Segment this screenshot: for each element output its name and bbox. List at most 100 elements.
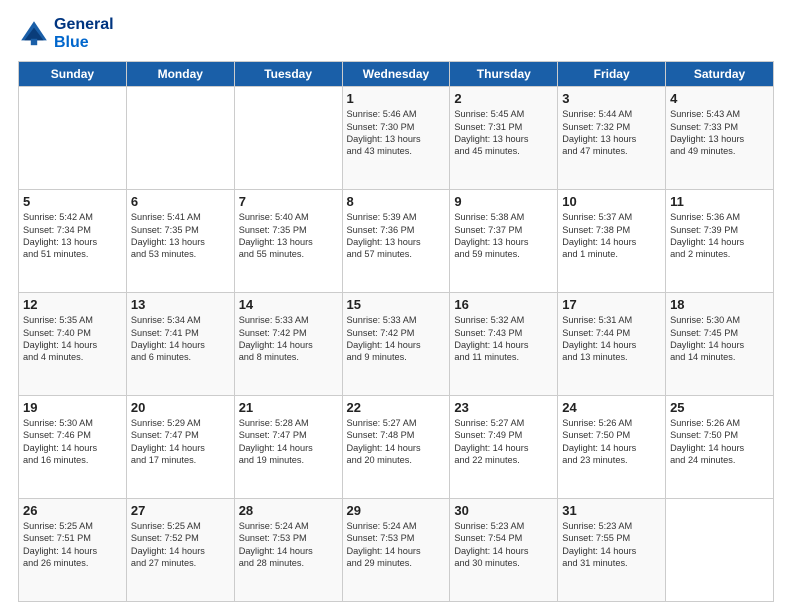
day-number: 12: [23, 297, 122, 312]
calendar-cell: 31 Sunrise: 5:23 AM Sunset: 7:55 PM Dayli…: [558, 499, 666, 602]
day-number: 15: [347, 297, 446, 312]
day-number: 20: [131, 400, 230, 415]
day-number: 2: [454, 91, 553, 106]
calendar-cell: 2 Sunrise: 5:45 AM Sunset: 7:31 PM Daylig…: [450, 87, 558, 190]
day-number: 31: [562, 503, 661, 518]
day-number: 28: [239, 503, 338, 518]
calendar-cell: 22 Sunrise: 5:27 AM Sunset: 7:48 PM Dayli…: [342, 396, 450, 499]
calendar-cell: 15 Sunrise: 5:33 AM Sunset: 7:42 PM Dayli…: [342, 293, 450, 396]
weekday-friday: Friday: [558, 62, 666, 87]
calendar-cell: 14 Sunrise: 5:33 AM Sunset: 7:42 PM Dayli…: [234, 293, 342, 396]
week-row-3: 19Sunrise: 5:30 AM Sunset: 7:46 PM Dayli…: [19, 396, 774, 499]
calendar-cell: 4 Sunrise: 5:43 AM Sunset: 7:33 PM Daylig…: [666, 87, 774, 190]
week-row-2: 12 Sunrise: 5:35 AM Sunset: 7:40 PM Dayli…: [19, 293, 774, 396]
day-info: Sunrise: 5:27 AM Sunset: 7:49 PM Dayligh…: [454, 417, 553, 467]
weekday-monday: Monday: [126, 62, 234, 87]
logo: General Blue: [18, 16, 114, 51]
calendar-cell: 1Sunrise: 5:46 AM Sunset: 7:30 PM Daylig…: [342, 87, 450, 190]
weekday-thursday: Thursday: [450, 62, 558, 87]
day-number: 26: [23, 503, 122, 518]
calendar-cell: 13 Sunrise: 5:34 AM Sunset: 7:41 PM Dayli…: [126, 293, 234, 396]
day-number: 14: [239, 297, 338, 312]
day-info: Sunrise: 5:27 AM Sunset: 7:48 PM Dayligh…: [347, 417, 446, 467]
day-info: Sunrise: 5:23 AM Sunset: 7:55 PM Dayligh…: [562, 520, 661, 570]
day-number: 16: [454, 297, 553, 312]
weekday-header-row: SundayMondayTuesdayWednesdayThursdayFrid…: [19, 62, 774, 87]
day-number: 19: [23, 400, 122, 415]
day-info: Sunrise: 5:35 AM Sunset: 7:40 PM Dayligh…: [23, 314, 122, 364]
day-number: 8: [347, 194, 446, 209]
page: General Blue SundayMondayTuesdayWednesda…: [0, 0, 792, 612]
week-row-1: 5Sunrise: 5:42 AM Sunset: 7:34 PM Daylig…: [19, 190, 774, 293]
day-number: 3: [562, 91, 661, 106]
calendar-cell: 18Sunrise: 5:30 AM Sunset: 7:45 PM Dayli…: [666, 293, 774, 396]
calendar-cell: 21 Sunrise: 5:28 AM Sunset: 7:47 PM Dayli…: [234, 396, 342, 499]
day-info: Sunrise: 5:28 AM Sunset: 7:47 PM Dayligh…: [239, 417, 338, 467]
day-info: Sunrise: 5:32 AM Sunset: 7:43 PM Dayligh…: [454, 314, 553, 364]
logo-text: General Blue: [54, 16, 114, 51]
day-info: Sunrise: 5:24 AM Sunset: 7:53 PM Dayligh…: [239, 520, 338, 570]
day-info: Sunrise: 5:45 AM Sunset: 7:31 PM Dayligh…: [454, 108, 553, 158]
calendar-cell: 6Sunrise: 5:41 AM Sunset: 7:35 PM Daylig…: [126, 190, 234, 293]
day-number: 27: [131, 503, 230, 518]
weekday-wednesday: Wednesday: [342, 62, 450, 87]
calendar-cell: 7Sunrise: 5:40 AM Sunset: 7:35 PM Daylig…: [234, 190, 342, 293]
day-number: 24: [562, 400, 661, 415]
day-number: 21: [239, 400, 338, 415]
calendar-cell: 12 Sunrise: 5:35 AM Sunset: 7:40 PM Dayli…: [19, 293, 127, 396]
calendar-cell: 17Sunrise: 5:31 AM Sunset: 7:44 PM Dayli…: [558, 293, 666, 396]
weekday-saturday: Saturday: [666, 62, 774, 87]
day-number: 23: [454, 400, 553, 415]
calendar-cell: 8 Sunrise: 5:39 AM Sunset: 7:36 PM Daylig…: [342, 190, 450, 293]
day-info: Sunrise: 5:33 AM Sunset: 7:42 PM Dayligh…: [239, 314, 338, 364]
calendar-cell: [234, 87, 342, 190]
calendar-cell: 25 Sunrise: 5:26 AM Sunset: 7:50 PM Dayli…: [666, 396, 774, 499]
calendar-cell: 29 Sunrise: 5:24 AM Sunset: 7:53 PM Dayli…: [342, 499, 450, 602]
calendar-cell: 27Sunrise: 5:25 AM Sunset: 7:52 PM Dayli…: [126, 499, 234, 602]
day-number: 25: [670, 400, 769, 415]
calendar-cell: 19Sunrise: 5:30 AM Sunset: 7:46 PM Dayli…: [19, 396, 127, 499]
day-number: 30: [454, 503, 553, 518]
calendar-cell: 10Sunrise: 5:37 AM Sunset: 7:38 PM Dayli…: [558, 190, 666, 293]
day-info: Sunrise: 5:44 AM Sunset: 7:32 PM Dayligh…: [562, 108, 661, 158]
calendar-cell: 26 Sunrise: 5:25 AM Sunset: 7:51 PM Dayli…: [19, 499, 127, 602]
calendar-cell: 11 Sunrise: 5:36 AM Sunset: 7:39 PM Dayli…: [666, 190, 774, 293]
week-row-4: 26 Sunrise: 5:25 AM Sunset: 7:51 PM Dayli…: [19, 499, 774, 602]
weekday-sunday: Sunday: [19, 62, 127, 87]
day-info: Sunrise: 5:39 AM Sunset: 7:36 PM Dayligh…: [347, 211, 446, 261]
calendar-cell: 23 Sunrise: 5:27 AM Sunset: 7:49 PM Dayli…: [450, 396, 558, 499]
day-info: Sunrise: 5:26 AM Sunset: 7:50 PM Dayligh…: [562, 417, 661, 467]
day-info: Sunrise: 5:36 AM Sunset: 7:39 PM Dayligh…: [670, 211, 769, 261]
calendar-cell: [126, 87, 234, 190]
day-number: 13: [131, 297, 230, 312]
day-number: 6: [131, 194, 230, 209]
day-info: Sunrise: 5:24 AM Sunset: 7:53 PM Dayligh…: [347, 520, 446, 570]
day-number: 7: [239, 194, 338, 209]
calendar: SundayMondayTuesdayWednesdayThursdayFrid…: [18, 61, 774, 602]
day-info: Sunrise: 5:26 AM Sunset: 7:50 PM Dayligh…: [670, 417, 769, 467]
day-info: Sunrise: 5:37 AM Sunset: 7:38 PM Dayligh…: [562, 211, 661, 261]
day-number: 9: [454, 194, 553, 209]
calendar-cell: [666, 499, 774, 602]
calendar-cell: 28 Sunrise: 5:24 AM Sunset: 7:53 PM Dayli…: [234, 499, 342, 602]
day-info: Sunrise: 5:33 AM Sunset: 7:42 PM Dayligh…: [347, 314, 446, 364]
day-number: 29: [347, 503, 446, 518]
calendar-header: SundayMondayTuesdayWednesdayThursdayFrid…: [19, 62, 774, 87]
calendar-cell: 9 Sunrise: 5:38 AM Sunset: 7:37 PM Daylig…: [450, 190, 558, 293]
day-info: Sunrise: 5:25 AM Sunset: 7:51 PM Dayligh…: [23, 520, 122, 570]
day-info: Sunrise: 5:43 AM Sunset: 7:33 PM Dayligh…: [670, 108, 769, 158]
week-row-0: 1Sunrise: 5:46 AM Sunset: 7:30 PM Daylig…: [19, 87, 774, 190]
calendar-cell: 16 Sunrise: 5:32 AM Sunset: 7:43 PM Dayli…: [450, 293, 558, 396]
day-info: Sunrise: 5:34 AM Sunset: 7:41 PM Dayligh…: [131, 314, 230, 364]
calendar-cell: 30Sunrise: 5:23 AM Sunset: 7:54 PM Dayli…: [450, 499, 558, 602]
calendar-cell: 5Sunrise: 5:42 AM Sunset: 7:34 PM Daylig…: [19, 190, 127, 293]
day-number: 4: [670, 91, 769, 106]
day-info: Sunrise: 5:30 AM Sunset: 7:45 PM Dayligh…: [670, 314, 769, 364]
day-number: 11: [670, 194, 769, 209]
day-number: 22: [347, 400, 446, 415]
calendar-cell: 20 Sunrise: 5:29 AM Sunset: 7:47 PM Dayli…: [126, 396, 234, 499]
day-info: Sunrise: 5:31 AM Sunset: 7:44 PM Dayligh…: [562, 314, 661, 364]
day-info: Sunrise: 5:29 AM Sunset: 7:47 PM Dayligh…: [131, 417, 230, 467]
day-info: Sunrise: 5:38 AM Sunset: 7:37 PM Dayligh…: [454, 211, 553, 261]
calendar-body: 1Sunrise: 5:46 AM Sunset: 7:30 PM Daylig…: [19, 87, 774, 602]
